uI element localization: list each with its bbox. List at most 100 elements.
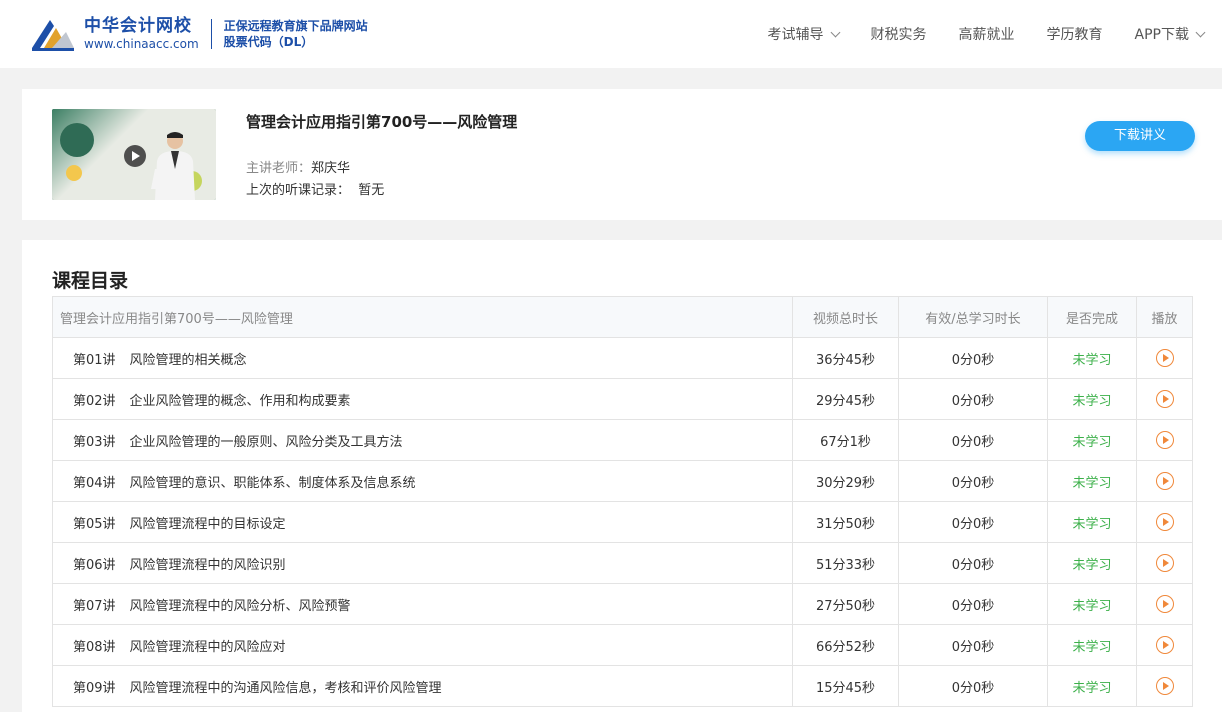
play-cell: [1136, 583, 1193, 625]
study-duration: 0分0秒: [898, 501, 1048, 543]
play-cell: [1136, 337, 1193, 379]
site-logo[interactable]: 中华会计网校 www.chinaacc.com 正保远程教育旗下品牌网站 股票代…: [30, 14, 368, 54]
lecture-name-cell[interactable]: 第05讲 风险管理流程中的目标设定: [52, 501, 793, 543]
lecture-title: 风险管理的意识、职能体系、制度体系及信息系统: [129, 475, 416, 491]
status-badge: 未学习: [1047, 624, 1137, 666]
table-row[interactable]: 第05讲 风险管理流程中的目标设定 31分50秒 0分0秒 未学习: [52, 501, 1193, 543]
video-duration: 36分45秒: [792, 337, 899, 379]
chevron-down-icon: [830, 27, 840, 37]
status-badge: 未学习: [1047, 337, 1137, 379]
table-header-row: 管理会计应用指引第700号——风险管理 视频总时长 有效/总学习时长 是否完成 …: [52, 296, 1193, 338]
status-badge: 未学习: [1047, 583, 1137, 625]
lecture-title: 风险管理流程中的目标设定: [129, 516, 286, 532]
play-icon[interactable]: [1155, 349, 1174, 367]
nav-item-1[interactable]: 财税实务: [871, 24, 927, 44]
status-badge: 未学习: [1047, 501, 1137, 543]
lecture-number: 第02讲: [73, 393, 116, 409]
play-icon[interactable]: [1155, 513, 1174, 531]
teacher-name: 郑庆华: [311, 161, 351, 176]
last-record: 上次的听课记录： 暂无: [246, 179, 384, 198]
nav-item-0[interactable]: 考试辅导: [767, 24, 840, 44]
lecture-number: 第05讲: [73, 516, 116, 532]
top-nav: 考试辅导 财税实务 高薪就业 学历教育 APP下载: [736, 0, 1206, 68]
status-badge: 未学习: [1047, 378, 1137, 420]
play-icon[interactable]: [1155, 472, 1174, 490]
study-duration: 0分0秒: [898, 460, 1048, 502]
video-duration: 30分29秒: [792, 460, 899, 502]
logo-slogan: 正保远程教育旗下品牌网站: [223, 19, 368, 33]
chevron-down-icon: [1195, 27, 1206, 37]
nav-item-label: APP下载: [1134, 27, 1189, 43]
status-badge: 未学习: [1047, 419, 1137, 461]
course-thumbnail[interactable]: [52, 109, 216, 200]
lecturer-figure: [151, 132, 195, 200]
course-title: 管理会计应用指引第700号——风险管理: [246, 113, 518, 131]
status-badge: 未学习: [1047, 542, 1137, 584]
table-row[interactable]: 第07讲 风险管理流程中的风险分析、风险预警 27分50秒 0分0秒 未学习: [52, 583, 1193, 625]
study-duration: 0分0秒: [898, 583, 1048, 625]
play-cell: [1136, 542, 1193, 584]
lecture-name-cell[interactable]: 第02讲 企业风险管理的概念、作用和构成要素: [52, 378, 793, 420]
table-row[interactable]: 第08讲 风险管理流程中的风险应对 66分52秒 0分0秒 未学习: [52, 624, 1193, 666]
thumbnail-play-icon[interactable]: [124, 145, 146, 167]
play-cell: [1136, 624, 1193, 666]
study-duration: 0分0秒: [898, 542, 1048, 584]
table-row[interactable]: 第09讲 风险管理流程中的沟通风险信息，考核和评价风险管理 15分45秒 0分0秒 未学…: [52, 665, 1193, 707]
play-icon[interactable]: [1155, 595, 1174, 613]
lecture-title: 风险管理流程中的风险分析、风险预警: [129, 598, 351, 614]
table-row[interactable]: 第02讲 企业风险管理的概念、作用和构成要素 29分45秒 0分0秒 未学习: [52, 378, 1193, 420]
study-duration: 0分0秒: [898, 337, 1048, 379]
play-icon[interactable]: [1155, 390, 1174, 408]
header-play: 播放: [1136, 296, 1193, 338]
play-icon[interactable]: [1155, 554, 1174, 572]
stock-code: 股票代码（DL）: [223, 35, 314, 49]
video-duration: 31分50秒: [792, 501, 899, 543]
lecture-number: 第04讲: [73, 475, 116, 491]
table-row[interactable]: 第03讲 企业风险管理的一般原则、风险分类及工具方法 67分1秒 0分0秒 未学习: [52, 419, 1193, 461]
lecture-title: 企业风险管理的一般原则、风险分类及工具方法: [129, 434, 403, 450]
logo-divider: [210, 19, 212, 49]
lecture-name-cell[interactable]: 第07讲 风险管理流程中的风险分析、风险预警: [52, 583, 793, 625]
nav-item-4[interactable]: APP下载: [1134, 24, 1206, 44]
header-completed: 是否完成: [1047, 296, 1137, 338]
play-icon[interactable]: [1155, 636, 1174, 654]
lecture-table: 管理会计应用指引第700号——风险管理 视频总时长 有效/总学习时长 是否完成 …: [52, 296, 1193, 707]
lecture-name-cell[interactable]: 第06讲 风险管理流程中的风险识别: [52, 542, 793, 584]
site-header: 中华会计网校 www.chinaacc.com 正保远程教育旗下品牌网站 股票代…: [0, 0, 1222, 68]
lecture-number: 第08讲: [73, 639, 116, 655]
video-duration: 67分1秒: [792, 419, 899, 461]
status-badge: 未学习: [1047, 460, 1137, 502]
lecture-title: 风险管理流程中的风险识别: [129, 557, 286, 573]
lecture-name-cell[interactable]: 第09讲 风险管理流程中的沟通风险信息，考核和评价风险管理: [52, 665, 793, 707]
lecture-title: 风险管理流程中的风险应对: [129, 639, 286, 655]
nav-item-label: 财税实务: [870, 27, 927, 43]
video-duration: 66分52秒: [792, 624, 899, 666]
lecture-number: 第06讲: [73, 557, 116, 573]
lecture-number: 第07讲: [73, 598, 116, 614]
play-icon[interactable]: [1155, 431, 1174, 449]
nav-item-label: 高薪就业: [958, 27, 1015, 43]
nav-item-label: 学历教育: [1046, 27, 1103, 43]
play-cell: [1136, 665, 1193, 707]
download-handout-button[interactable]: 下载讲义: [1085, 121, 1195, 151]
lecture-name-cell[interactable]: 第04讲 风险管理的意识、职能体系、制度体系及信息系统: [52, 460, 793, 502]
nav-item-3[interactable]: 学历教育: [1047, 24, 1103, 44]
study-duration: 0分0秒: [898, 624, 1048, 666]
teacher-label: 主讲老师：: [246, 161, 312, 176]
lecture-title: 风险管理的相关概念: [129, 352, 247, 368]
header-study-duration: 有效/总学习时长: [898, 296, 1048, 338]
play-icon[interactable]: [1155, 677, 1174, 695]
nav-item-2[interactable]: 高薪就业: [959, 24, 1015, 44]
lecture-number: 第03讲: [73, 434, 116, 450]
video-duration: 29分45秒: [792, 378, 899, 420]
nav-item-label: 考试辅导: [767, 27, 824, 43]
table-row[interactable]: 第01讲 风险管理的相关概念 36分45秒 0分0秒 未学习: [52, 337, 1193, 379]
last-record-label: 上次的听课记录：: [246, 183, 351, 198]
video-duration: 51分33秒: [792, 542, 899, 584]
lecture-name-cell[interactable]: 第01讲 风险管理的相关概念: [52, 337, 793, 379]
lecture-name-cell[interactable]: 第03讲 企业风险管理的一般原则、风险分类及工具方法: [52, 419, 793, 461]
table-row[interactable]: 第06讲 风险管理流程中的风险识别 51分33秒 0分0秒 未学习: [52, 542, 1193, 584]
header-course-name: 管理会计应用指引第700号——风险管理: [52, 296, 793, 338]
table-row[interactable]: 第04讲 风险管理的意识、职能体系、制度体系及信息系统 30分29秒 0分0秒 未学习: [52, 460, 1193, 502]
lecture-name-cell[interactable]: 第08讲 风险管理流程中的风险应对: [52, 624, 793, 666]
